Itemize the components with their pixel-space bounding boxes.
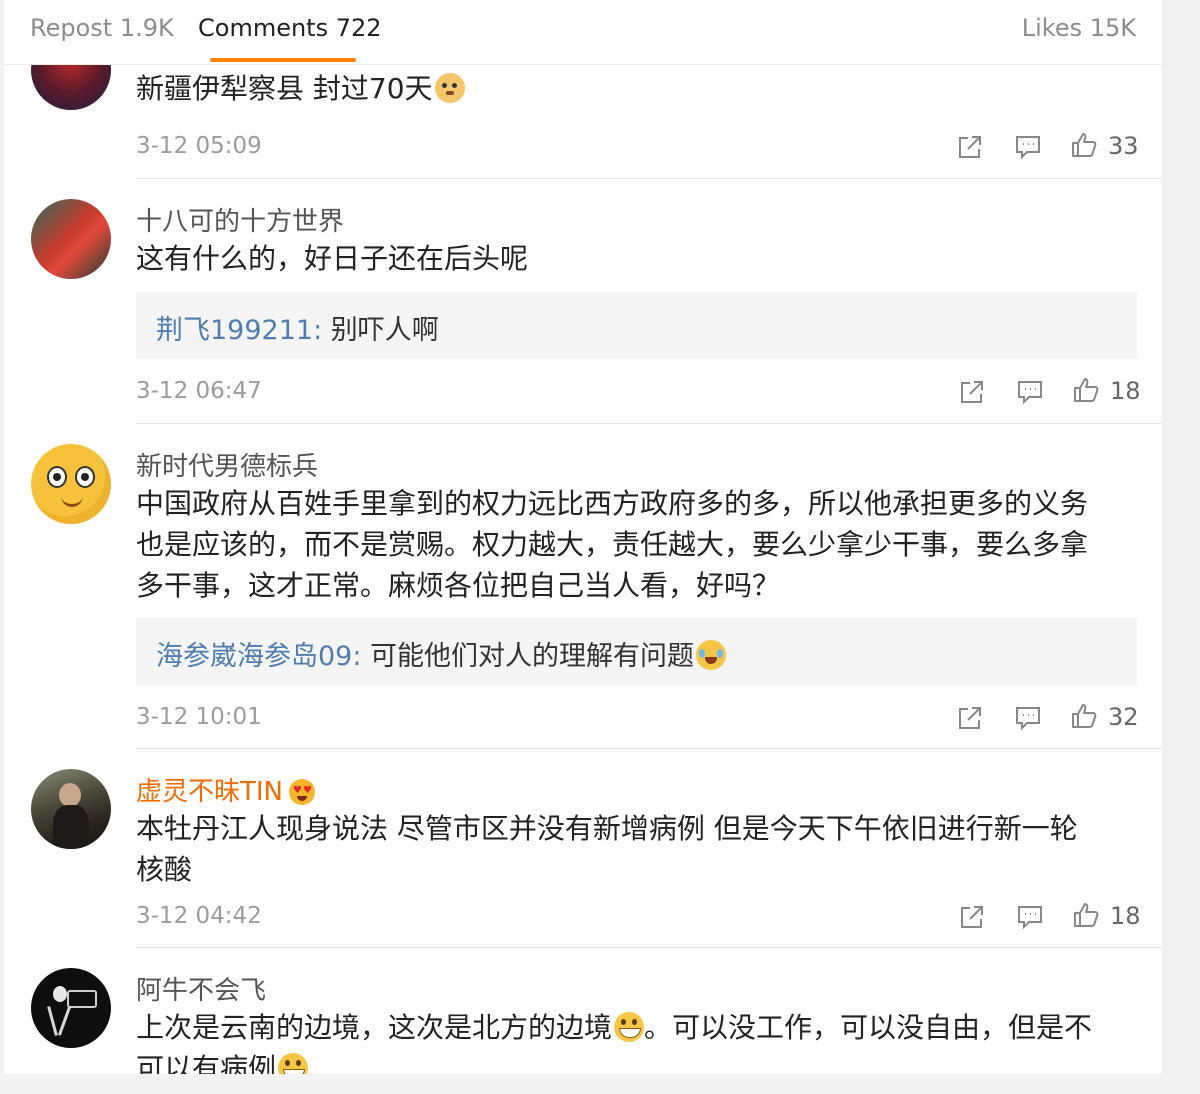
avatar[interactable]: [31, 444, 111, 524]
like-icon[interactable]: [1070, 131, 1098, 159]
divider: [136, 423, 1162, 424]
username[interactable]: 虚灵不昧TIN ♥ ♥: [136, 771, 315, 808]
share-icon[interactable]: [956, 133, 984, 161]
bottom-bar: [0, 1074, 1200, 1094]
comment-text: 本牡丹江人现身说法 尽管市区并没有新增病例 但是今天下午依旧进行新一轮 核酸: [136, 812, 1078, 886]
comment-icon[interactable]: [1014, 133, 1042, 161]
comment-text: 中国政府从百姓手里拿到的权力远比西方政府多的多，所以他承担更多的义务 也是应该的…: [136, 487, 1089, 602]
like-icon[interactable]: [1070, 702, 1098, 730]
right-margin: [1162, 0, 1200, 1094]
divider: [136, 748, 1162, 749]
doge-emoji: [434, 73, 465, 103]
like-icon[interactable]: [1072, 901, 1100, 929]
tab-bar: Repost 1.9K Comments 722 Likes 15K: [4, 0, 1162, 65]
comment-time: 3-12 05:09: [136, 133, 262, 159]
comment-icon[interactable]: [1014, 704, 1042, 732]
tab-likes[interactable]: Likes 15K: [1022, 14, 1136, 42]
comment-text: 上次是云南的边境，这次是北方的边境 。可以没工作，可以没自由，但是不 可以有病例: [136, 1007, 1136, 1074]
divider: [136, 178, 1162, 179]
avatar[interactable]: [31, 199, 111, 279]
comment-icon[interactable]: [1016, 903, 1044, 931]
comment-time: 3-12 04:42: [136, 903, 262, 929]
comment-time: 3-12 10:01: [136, 704, 262, 730]
username[interactable]: 十八可的十方世界: [136, 201, 344, 238]
comment-text: 新疆伊犁察县 封过70天: [136, 68, 1136, 109]
username[interactable]: 阿牛不会飞: [136, 970, 266, 1007]
comment-icon[interactable]: [1016, 378, 1044, 406]
username[interactable]: 新时代男德标兵: [136, 446, 318, 483]
like-count: 18: [1110, 377, 1141, 405]
tab-repost[interactable]: Repost 1.9K: [30, 14, 174, 42]
share-icon[interactable]: [958, 378, 986, 406]
avatar[interactable]: [31, 769, 111, 849]
divider: [136, 947, 1162, 948]
comment-time: 3-12 06:47: [136, 378, 262, 404]
like-count: 18: [1110, 902, 1141, 930]
reply-preview[interactable]: 荆飞199211: 别吓人啊: [136, 292, 1137, 359]
reply-text: 别吓人啊: [330, 315, 439, 346]
comments-panel: Repost 1.9K Comments 722 Likes 15K 新疆伊犁察…: [4, 0, 1162, 1074]
share-icon[interactable]: [958, 903, 986, 931]
reply-username[interactable]: 荆飞199211: [156, 315, 313, 346]
active-tab-indicator: [210, 58, 356, 62]
like-count: 33: [1108, 132, 1139, 160]
like-icon[interactable]: [1072, 376, 1100, 404]
tab-comments[interactable]: Comments 722: [198, 14, 382, 42]
comment-text: 这有什么的，好日子还在后头呢: [136, 242, 529, 275]
grin-emoji: [278, 1053, 309, 1074]
avatar[interactable]: [31, 968, 111, 1048]
laugh-cry-emoji: [696, 640, 727, 670]
reply-preview[interactable]: 海参崴海参岛09: 可能他们对人的理解有问题: [136, 618, 1137, 685]
reply-text: 可能他们对人的理解有问题: [370, 641, 695, 672]
like-count: 32: [1108, 703, 1139, 731]
grin-emoji: [614, 1012, 645, 1042]
reply-username[interactable]: 海参崴海参岛09: [156, 641, 352, 672]
share-icon[interactable]: [956, 704, 984, 732]
heart-eyes-emoji: ♥ ♥: [289, 779, 315, 805]
